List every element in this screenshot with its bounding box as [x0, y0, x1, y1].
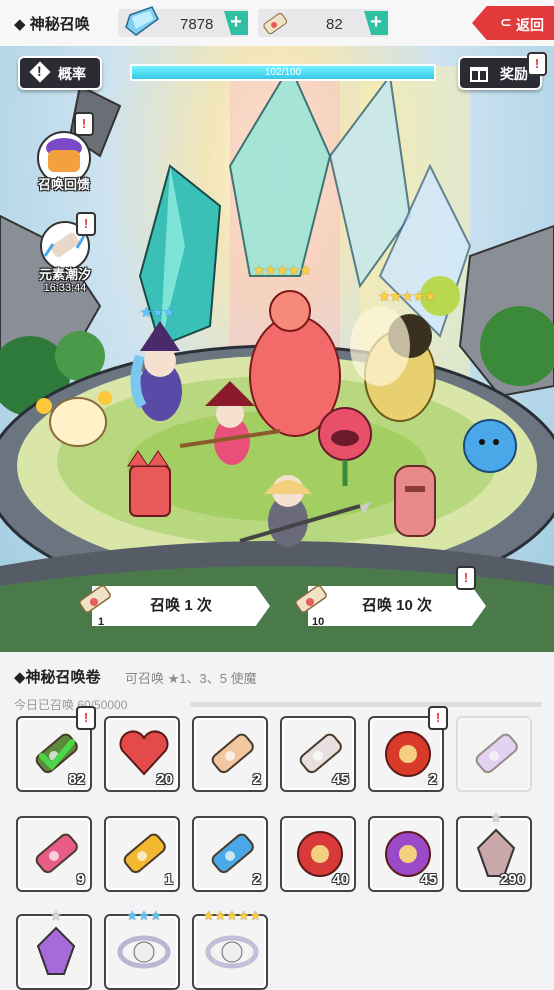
tide-label: 元素潮汐	[38, 267, 91, 282]
daily-summon-bar	[190, 702, 542, 707]
panel-title: ◆神秘召唤卷	[14, 669, 101, 686]
scroll-counter: 82 +	[258, 9, 388, 37]
item-alert-icon: !	[428, 706, 448, 730]
rate-label: 概率	[58, 66, 86, 82]
scroll-icon	[263, 13, 287, 35]
red-gold-scroll-icon	[385, 731, 431, 777]
silver-ring-5star-icon	[205, 935, 259, 969]
add-scrolls-button[interactable]: +	[364, 11, 388, 35]
summon-scene: ! 概率 102/100 奖励 ! ! 召唤回馈 ! 元素潮汐 16:33:44…	[0, 46, 554, 652]
pink-ribbon-scroll-icon	[211, 733, 254, 774]
back-button[interactable]: ⊂ 返回	[472, 6, 554, 40]
summon-1-label: 召唤 1 次	[92, 586, 270, 626]
inventory-item[interactable]: 2!	[368, 706, 448, 792]
gem-counter: 7878 +	[118, 6, 248, 37]
dragon-stars: ★★★★★	[253, 262, 312, 278]
silver-ring-3star-icon	[117, 935, 171, 969]
item-count: 20	[156, 771, 173, 788]
feedback-alert-icon: !	[74, 112, 94, 136]
item-count: 40	[332, 871, 349, 888]
inventory-item[interactable]: 40	[280, 816, 356, 892]
item-count: 1	[164, 871, 173, 888]
inventory-item[interactable]: 82!	[16, 706, 96, 792]
moai-character	[394, 465, 436, 537]
item-stars: ★	[490, 810, 502, 825]
item-count: 290	[499, 871, 525, 888]
feedback-label: 召唤回馈	[37, 177, 90, 192]
blue-fuzzball-character	[463, 419, 517, 473]
item-count: 45	[420, 871, 437, 888]
item-count: 2	[252, 871, 261, 888]
return-arrow-icon: ⊂	[500, 14, 512, 30]
summon-scroll-icon	[79, 585, 111, 613]
scroll-inventory-panel: ◆神秘召唤卷 可召唤 ★1、3、5 使魔 今日已召唤 60/50000 82! 2…	[0, 652, 554, 990]
knight-stars: ★★★★★	[378, 288, 437, 304]
panel-subtitle: 可召唤 ★1、3、5 使魔	[125, 671, 257, 686]
inventory-item[interactable]: ★	[16, 908, 92, 990]
gift-icon	[470, 67, 488, 82]
item-grid: 82! 20 2 45 2! 9 1 2 40 45 290 ★ ★ ★★★ ★★★★★	[0, 706, 554, 990]
page-title: ◆ 神秘召唤	[14, 16, 90, 33]
purple-crystal-icon	[36, 926, 76, 975]
item-count: 9	[76, 871, 85, 888]
inventory-item[interactable]: 2	[192, 816, 268, 892]
gem-count: 7878	[180, 16, 214, 33]
elemental-tide-button[interactable]: ! 元素潮汐 16:33:44	[20, 212, 110, 306]
top-bar: ◆ 神秘召唤 7878 + 82 + ⊂ 返回	[0, 0, 554, 47]
progress-text: 102/100	[264, 67, 302, 78]
summon-scroll-icon	[295, 585, 327, 613]
inventory-item[interactable]: 2	[192, 716, 268, 792]
summon-1-cost: 1	[98, 616, 105, 628]
inventory-item[interactable]: 9	[16, 816, 92, 892]
inventory-item[interactable]: 45	[368, 816, 444, 892]
inventory-item[interactable]: 290 ★	[456, 810, 532, 892]
daily-summon-count: 今日已召唤 60/50000	[14, 698, 128, 712]
item-stars: ★★★	[126, 908, 162, 923]
summon-10-alert-icon: !	[456, 566, 476, 590]
pink-striped-scroll-icon	[35, 833, 78, 874]
scroll-count: 82	[326, 16, 343, 33]
summon-progress-bar: 102/100	[130, 64, 436, 81]
summon-1-button[interactable]: 召唤 1 次 1	[74, 578, 270, 634]
back-label: 返回	[516, 17, 544, 33]
gem-icon	[125, 6, 159, 36]
witch-stars: ★★★	[140, 304, 176, 320]
inventory-item[interactable]: 1	[104, 816, 180, 892]
inventory-item[interactable]: ★★★★★	[192, 908, 268, 990]
inventory-item[interactable]: 45	[280, 716, 356, 792]
item-count: 45	[332, 771, 349, 788]
blue-striped-scroll-icon	[211, 833, 254, 874]
item-count: 2	[252, 771, 261, 788]
tide-timer: 16:33:44	[43, 282, 87, 294]
reward-alert-icon: !	[527, 52, 547, 76]
reward-label: 奖励	[500, 66, 528, 82]
inventory-item[interactable]	[456, 716, 532, 792]
summon-10-button[interactable]: 召唤 10 次 10 !	[290, 566, 486, 634]
tide-alert-icon: !	[76, 212, 96, 236]
inventory-item[interactable]: ★★★	[104, 908, 180, 990]
item-count: 2	[428, 771, 437, 788]
inventory-item[interactable]: 20	[104, 716, 180, 792]
item-alert-icon: !	[76, 706, 96, 730]
item-stars: ★	[50, 908, 62, 923]
summon-10-cost: 10	[312, 616, 325, 628]
add-gems-button[interactable]: +	[224, 11, 248, 35]
yellow-striped-scroll-icon	[123, 833, 166, 874]
summon-feedback-button[interactable]: ! 召唤回馈	[24, 112, 104, 216]
summon-10-label: 召唤 10 次	[308, 586, 486, 626]
item-stars: ★★★★★	[202, 908, 262, 923]
item-count: 82	[68, 771, 85, 788]
lavender-scroll-icon	[475, 733, 518, 774]
rate-button[interactable]: ! 概率	[18, 56, 102, 90]
